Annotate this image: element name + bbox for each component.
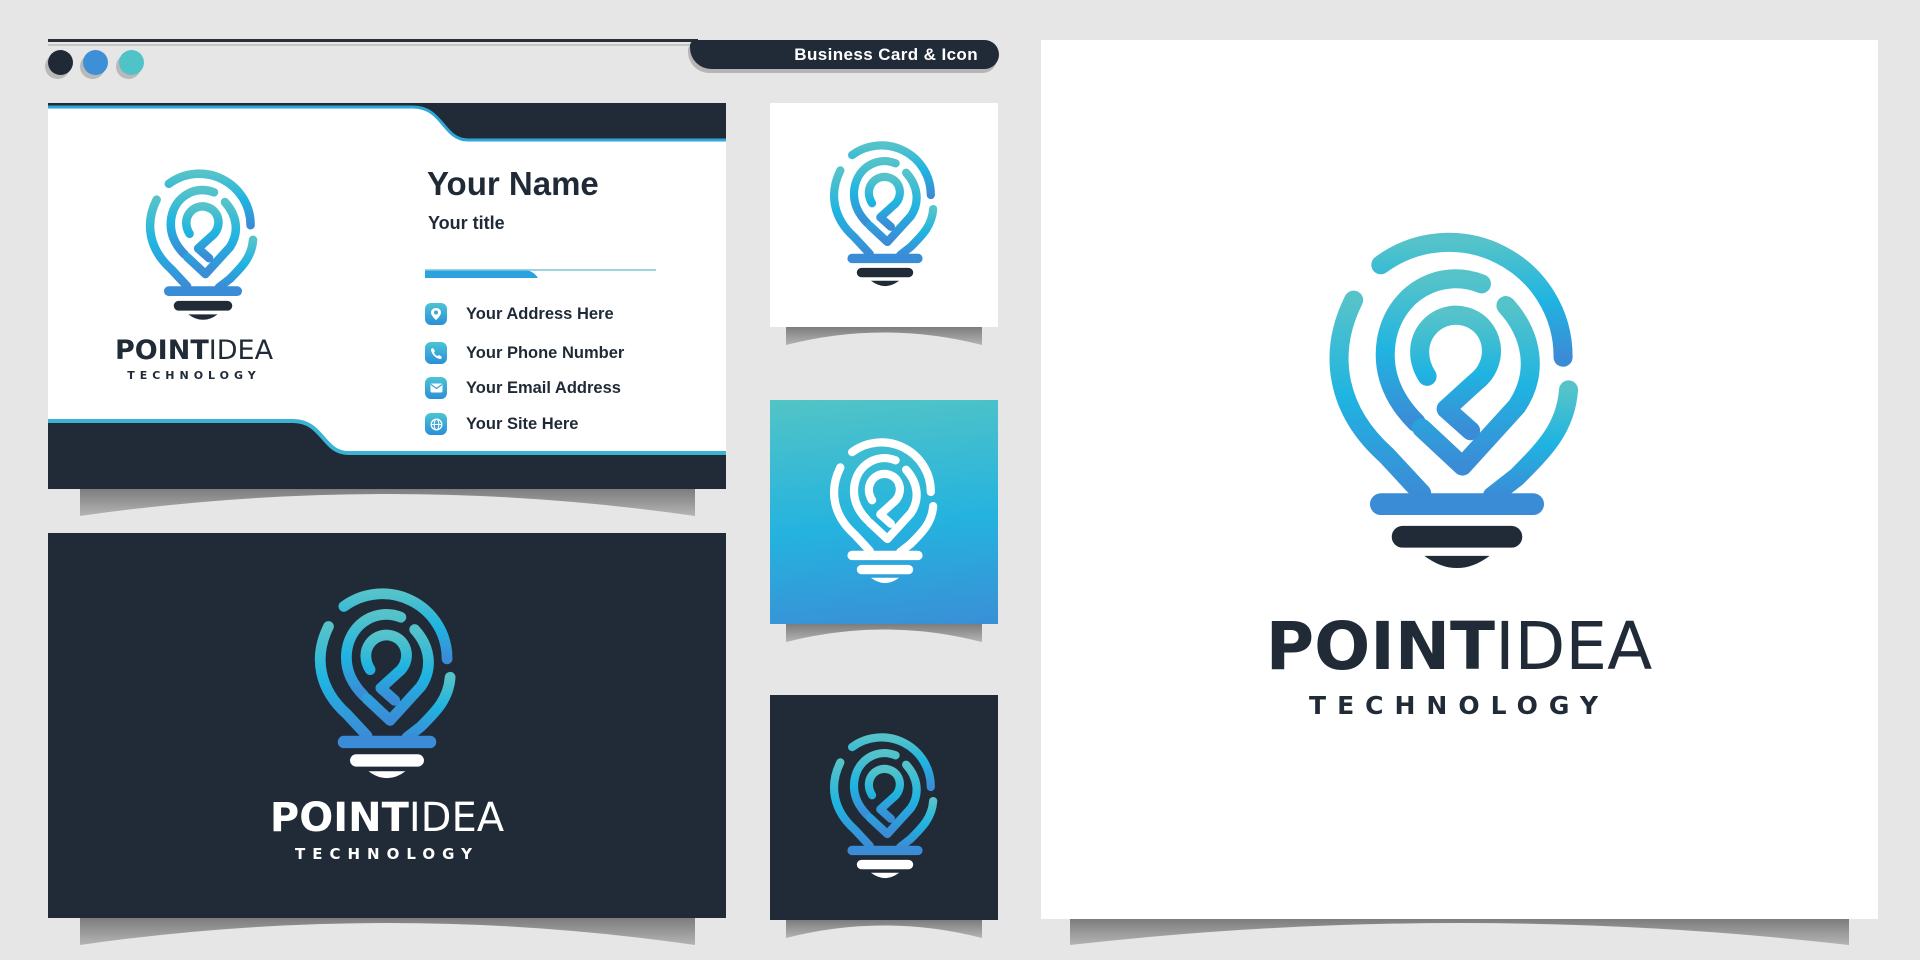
business-card: POINTIDEA TECHNOLOGY Your Name Your titl… [48, 103, 726, 489]
contact-site-text: Your Site Here [466, 414, 579, 433]
wordmark-bold: POINT [114, 335, 209, 366]
wordmark-light: IDEA [408, 795, 505, 841]
contact-address: Your Address Here [425, 303, 614, 325]
dark-card-logo-icon [310, 588, 464, 779]
wordmark-tagline: TECHNOLOGY [127, 369, 261, 382]
card-name: Your Name [427, 165, 599, 202]
globe-icon [425, 413, 447, 435]
contact-phone-text: Your Phone Number [466, 343, 625, 362]
wordmark-light: IDEA [208, 335, 274, 366]
tile-logo-icon [826, 141, 944, 287]
primary-logo-panel: POINTIDEA TECHNOLOGY [1041, 40, 1878, 919]
icon-dark-tile [770, 695, 998, 920]
mail-icon [425, 377, 447, 399]
wordmark-bold: POINT [1265, 608, 1496, 685]
dark-card-wordmark: POINTIDEA TECHNOLOGY [212, 795, 562, 863]
wordmark-bold: POINT [269, 795, 409, 841]
contact-site: Your Site Here [425, 413, 578, 435]
contact-email: Your Email Address [425, 377, 621, 399]
icon-gradient-tile [770, 400, 998, 624]
shadow-sq3 [786, 920, 982, 938]
logo-dark-card: POINTIDEA TECHNOLOGY [48, 533, 726, 918]
card-logo-icon [142, 169, 264, 320]
tile-logo-icon [826, 733, 944, 879]
shadow-dark-card [80, 918, 695, 945]
card-wordmark: POINTIDEA TECHNOLOGY [104, 335, 284, 382]
shadow-card [80, 489, 695, 516]
card-title: Your title [428, 213, 505, 233]
icon-white-tile [770, 103, 998, 327]
wordmark-tagline: TECHNOLOGY [1309, 691, 1609, 720]
shadow-sq2 [786, 624, 982, 642]
phone-icon [425, 342, 447, 364]
shadow-sq1 [786, 327, 982, 345]
wordmark-tagline: TECHNOLOGY [295, 845, 479, 863]
wordmark-light: IDEA [1495, 608, 1653, 685]
shadow-big [1070, 919, 1849, 945]
primary-logo-icon [1321, 232, 1593, 569]
tile-logo-icon [826, 438, 944, 584]
primary-wordmark: POINTIDEA TECHNOLOGY [1209, 608, 1709, 720]
map-pin-icon [425, 303, 447, 325]
contact-address-text: Your Address Here [466, 304, 614, 323]
contact-email-text: Your Email Address [466, 378, 621, 397]
contact-phone: Your Phone Number [425, 342, 624, 364]
